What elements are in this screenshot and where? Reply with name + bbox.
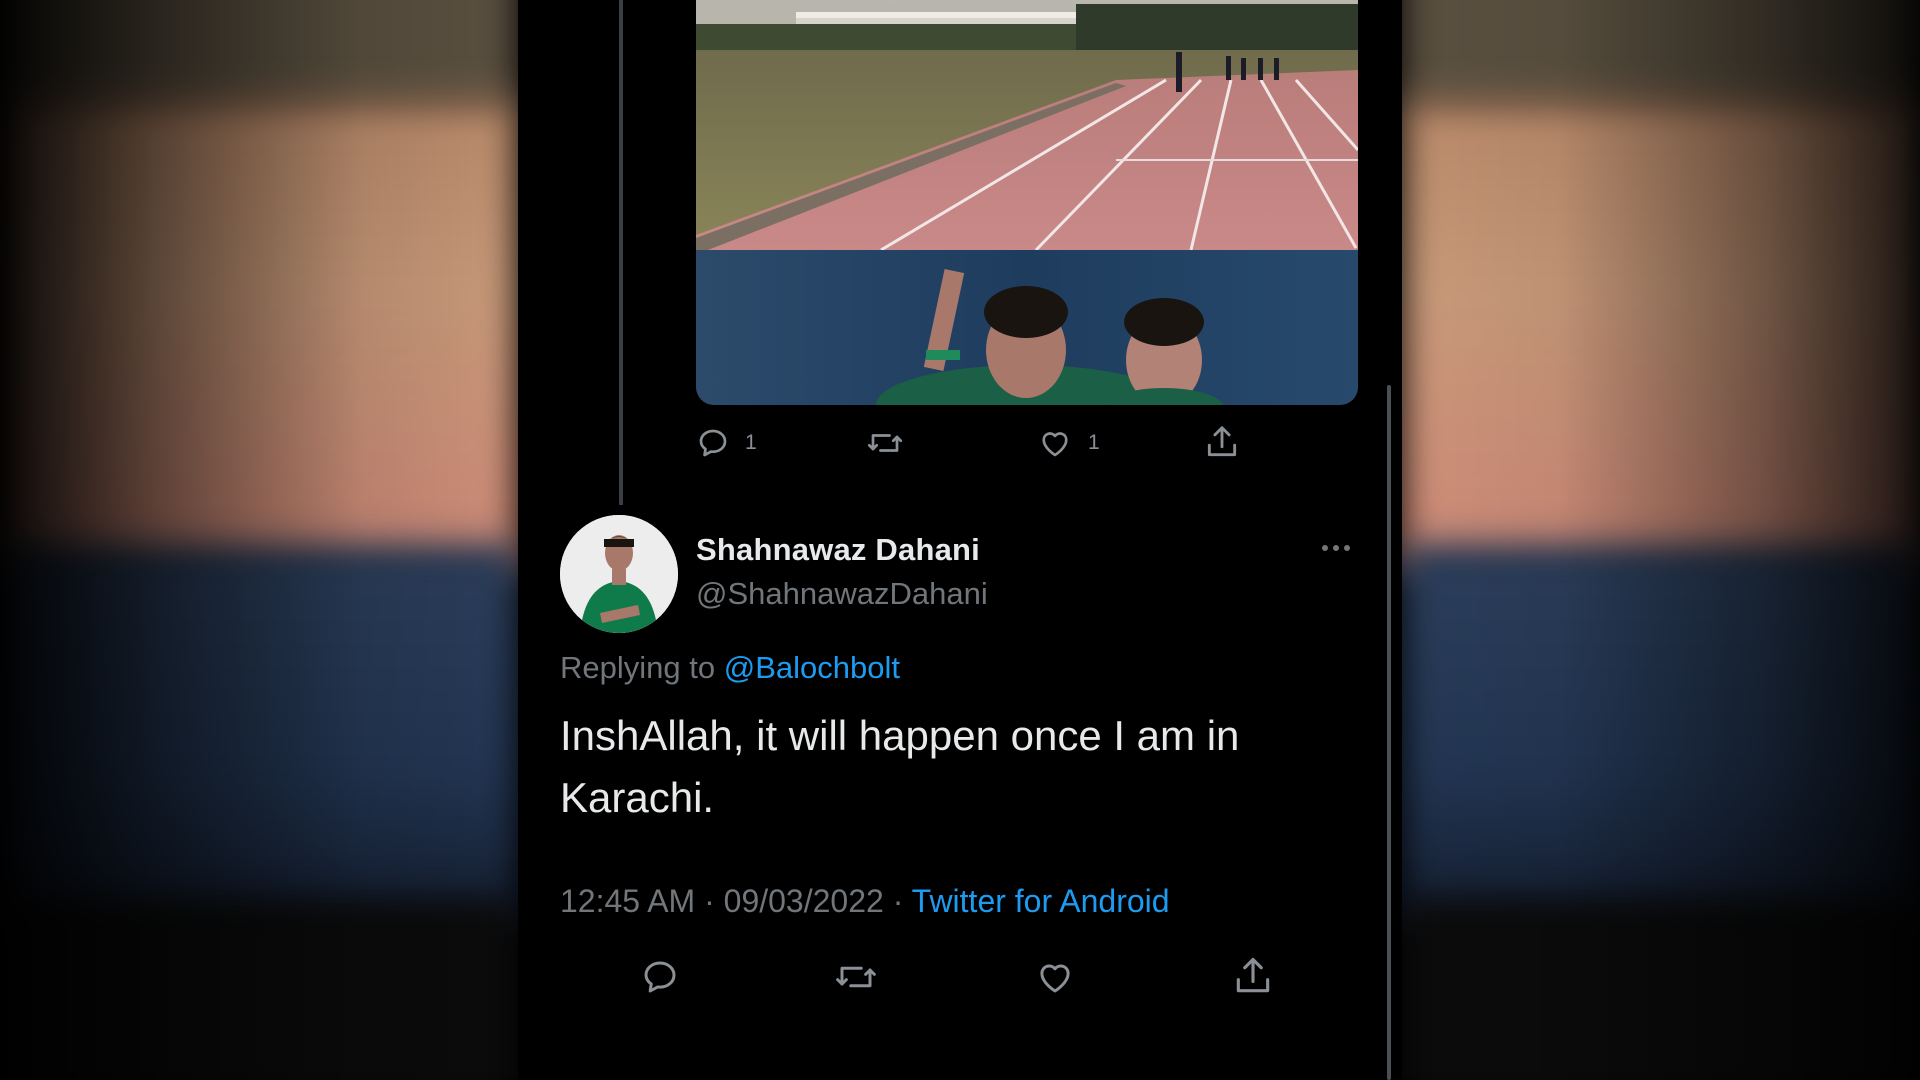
like-icon bbox=[1040, 964, 1070, 993]
like-button[interactable] bbox=[1033, 956, 1077, 998]
mention-link[interactable]: @Balochbolt bbox=[724, 650, 900, 685]
like-count: 1 bbox=[1088, 431, 1100, 454]
reply-button[interactable] bbox=[639, 956, 681, 998]
tweet-media[interactable] bbox=[696, 0, 1358, 405]
scrollbar[interactable] bbox=[1387, 385, 1391, 1080]
tweet-text: InshAllah, it will happen once I am in K… bbox=[560, 712, 1240, 821]
tweet-source-link[interactable]: Twitter for Android bbox=[912, 883, 1170, 919]
thread-like-button[interactable]: 1 bbox=[1036, 425, 1100, 461]
reply-icon bbox=[699, 429, 727, 457]
more-icon bbox=[1322, 545, 1328, 551]
share-icon bbox=[1207, 426, 1237, 457]
replying-to: Replying to @Balochbolt bbox=[560, 650, 900, 686]
thread-reply-button[interactable]: 1 bbox=[695, 425, 757, 461]
tweet-time: 12:45 AM bbox=[560, 883, 696, 919]
reply-icon bbox=[644, 961, 676, 993]
phone-screen: 1 1 Shahnawaz Dahani @ShahnawazDahani Re… bbox=[518, 0, 1402, 1080]
avatar[interactable] bbox=[560, 515, 678, 633]
more-options-button[interactable] bbox=[1322, 545, 1350, 551]
retweet-icon bbox=[867, 434, 903, 452]
display-name[interactable]: Shahnawaz Dahani bbox=[696, 532, 980, 568]
retweet-icon bbox=[836, 966, 876, 988]
thread-share-button[interactable] bbox=[1203, 423, 1241, 461]
user-handle[interactable]: @ShahnawazDahani bbox=[696, 576, 988, 612]
blurred-background-right bbox=[1402, 0, 1920, 1080]
thread-retweet-button[interactable] bbox=[865, 425, 905, 461]
blurred-background-left bbox=[0, 0, 518, 1080]
cricket-players-photo bbox=[696, 250, 1358, 405]
share-button[interactable] bbox=[1231, 954, 1275, 998]
profile-photo bbox=[560, 515, 678, 633]
replying-prefix: Replying to bbox=[560, 650, 724, 685]
thread-connector-line bbox=[619, 0, 623, 505]
tweet-metadata: 12:45 AM · 09/03/2022 · Twitter for Andr… bbox=[560, 883, 1170, 919]
running-track-photo bbox=[696, 0, 1358, 250]
reply-count: 1 bbox=[745, 431, 757, 454]
retweet-button[interactable] bbox=[833, 956, 879, 998]
like-icon bbox=[1042, 432, 1068, 457]
tweet-date: 09/03/2022 bbox=[723, 883, 884, 919]
share-icon bbox=[1236, 957, 1270, 993]
